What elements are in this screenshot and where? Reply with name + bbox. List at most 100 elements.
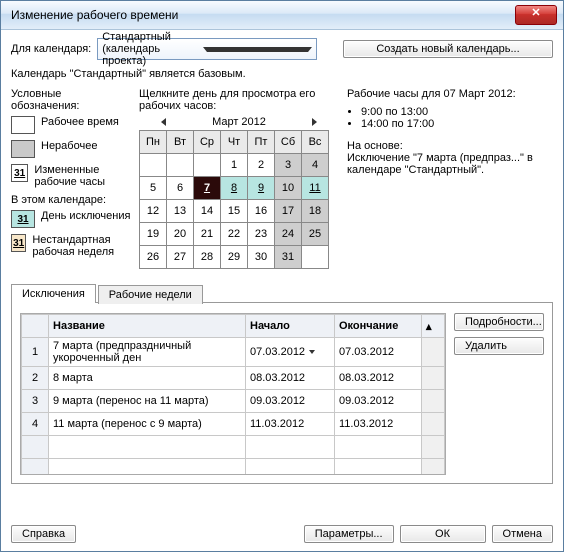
calendar-day[interactable] [140,154,167,177]
calendar-day[interactable]: 2 [248,154,275,177]
table-row[interactable]: 411 марта (перенос с 9 марта)11.03.20121… [22,413,445,436]
calendar-day[interactable] [194,154,221,177]
calendar-dow: Вт [167,131,194,154]
calendar-select-value: Стандартный (календарь проекта) [102,31,203,67]
calendar-dow: Пт [248,131,275,154]
calendar-day[interactable] [302,246,329,269]
calendar-day[interactable]: 27 [167,246,194,269]
calendar-dow: Пн [140,131,167,154]
legend-panel: Условные обозначения: Рабочее время Нера… [11,88,131,269]
chevron-down-icon[interactable] [309,350,315,354]
calendar-day[interactable] [167,154,194,177]
for-calendar-label: Для календаря: [11,43,91,55]
legend-header: Условные обозначения: [11,88,131,112]
working-hours-item: 14:00 по 17:00 [361,118,553,130]
exceptions-grid: НазваниеНачалоОкончание▴17 марта (предпр… [21,314,445,475]
calendar-day[interactable]: 20 [167,223,194,246]
calendar-month-label: Март 2012 [212,116,266,128]
calendar-day[interactable]: 4 [302,154,329,177]
table-row[interactable] [22,459,445,476]
calendar-day[interactable]: 14 [194,200,221,223]
calendar-day[interactable]: 10 [275,177,302,200]
basis-label: На основе: [347,140,553,152]
table-row[interactable] [22,436,445,459]
calendar-day[interactable]: 19 [140,223,167,246]
calendar-day[interactable]: 18 [302,200,329,223]
swatch-working [11,116,35,134]
create-calendar-button[interactable]: Создать новый календарь... [343,40,553,58]
calendar-day[interactable]: 30 [248,246,275,269]
calendar-day[interactable]: 29 [221,246,248,269]
calendar-day[interactable]: 21 [194,223,221,246]
calendar-day[interactable]: 22 [221,223,248,246]
day-detail-panel: Рабочие часы для 07 Март 2012: 9:00 по 1… [347,88,553,269]
table-row[interactable]: 17 марта (предпраздничный укороченный де… [22,338,445,367]
table-row[interactable]: 28 марта08.03.201208.03.2012 [22,367,445,390]
table-row[interactable]: 39 марта (перенос на 11 марта)09.03.2012… [22,390,445,413]
base-calendar-note: Календарь "Стандартный" является базовым… [11,68,553,80]
in-this-calendar-label: В этом календаре: [11,194,131,206]
calendar-day[interactable]: 5 [140,177,167,200]
calendar-day[interactable]: 16 [248,200,275,223]
swatch-nonstd-week: 31 [11,234,26,252]
help-button[interactable]: Справка [11,525,76,543]
legend-working-label: Рабочее время [41,116,119,128]
calendar-day[interactable]: 24 [275,223,302,246]
calendar-day[interactable]: 31 [275,246,302,269]
calendar-day[interactable]: 3 [275,154,302,177]
working-hours-item: 9:00 по 13:00 [361,106,553,118]
calendar-day[interactable]: 9 [248,177,275,200]
legend-modified-label: Измененные рабочие часы [34,164,131,188]
calendar-day[interactable]: 28 [194,246,221,269]
dialog-window: Изменение рабочего времени ✕ Для календа… [0,0,564,552]
tab-work-weeks[interactable]: Рабочие недели [98,285,203,304]
calendar-day[interactable]: 11 [302,177,329,200]
working-hours-title: Рабочие часы для 07 Март 2012: [347,88,553,100]
legend-nonworking-label: Нерабочее [41,140,97,152]
calendar-day[interactable]: 17 [275,200,302,223]
legend-nonstd-label: Нестандартная рабочая неделя [32,234,131,258]
exceptions-tab-panel: НазваниеНачалоОкончание▴17 марта (предпр… [11,302,553,484]
delete-button[interactable]: Удалить [454,337,544,355]
calendar-day[interactable]: 23 [248,223,275,246]
basis-text: Исключение "7 марта (предпраз..." в кале… [347,152,553,176]
calendar-panel: Щелкните день для просмотра его рабочих … [139,88,339,269]
calendar-day[interactable]: 7 [194,177,221,200]
scroll-up-icon[interactable]: ▴ [422,315,445,338]
swatch-modified: 31 [11,164,28,182]
calendar-day[interactable]: 8 [221,177,248,200]
col-name[interactable]: Название [49,315,246,338]
legend-exception-label: День исключения [41,210,130,222]
window-title: Изменение рабочего времени [7,8,515,22]
calendar-select[interactable]: Стандартный (календарь проекта) [97,38,317,60]
titlebar[interactable]: Изменение рабочего времени ✕ [1,1,563,30]
grid-corner [22,315,49,338]
calendar-dow: Чт [221,131,248,154]
calendar-day[interactable]: 26 [140,246,167,269]
options-button[interactable]: Параметры... [304,525,394,543]
ok-button[interactable]: ОК [400,525,486,543]
calendar-dow: Сб [275,131,302,154]
calendar-day[interactable]: 1 [221,154,248,177]
calendar-day[interactable]: 25 [302,223,329,246]
calendar-day[interactable]: 15 [221,200,248,223]
calendar-instruction: Щелкните день для просмотра его рабочих … [139,88,339,112]
tab-exceptions[interactable]: Исключения [11,284,96,303]
calendar-grid: ПнВтСрЧтПтСбВс12345678910111213141516171… [139,130,329,269]
prev-month-icon[interactable] [161,118,166,126]
swatch-nonworking [11,140,35,158]
next-month-icon[interactable] [312,118,317,126]
calendar-dow: Вс [302,131,329,154]
chevron-down-icon [203,47,312,52]
details-button[interactable]: Подробности... [454,313,544,331]
calendar-day[interactable]: 6 [167,177,194,200]
swatch-exception: 31 [11,210,35,228]
col-end[interactable]: Окончание [335,315,422,338]
calendar-day[interactable]: 12 [140,200,167,223]
cancel-button[interactable]: Отмена [492,525,553,543]
calendar-day[interactable]: 13 [167,200,194,223]
col-start[interactable]: Начало [246,315,335,338]
close-button[interactable]: ✕ [515,5,557,25]
calendar-dow: Ср [194,131,221,154]
working-hours-list: 9:00 по 13:0014:00 по 17:00 [361,106,553,130]
